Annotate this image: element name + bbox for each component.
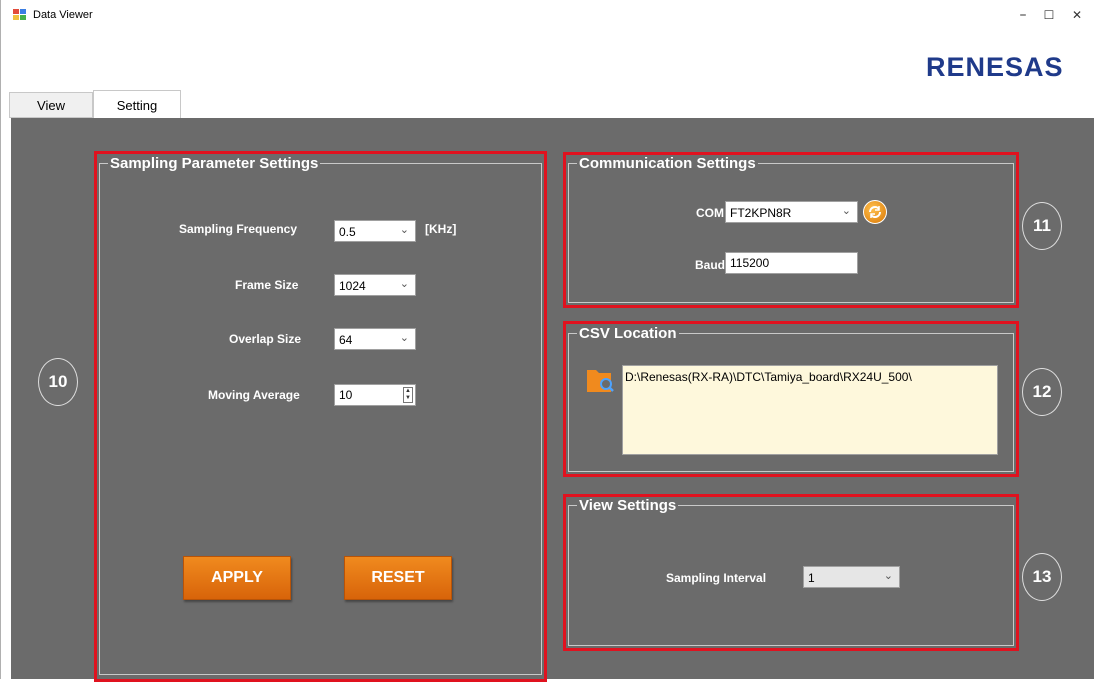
callout-11: 11 [1022, 202, 1062, 250]
sampling-frequency-label: Sampling Frequency [179, 222, 298, 236]
sampling-frequency-value: 0.5 [339, 225, 356, 239]
callout-13: 13 [1022, 553, 1062, 601]
callout-12: 12 [1022, 368, 1062, 416]
frequency-unit-label: [KHz] [425, 222, 457, 236]
chevron-down-icon: ⌄ [883, 569, 893, 582]
csv-path-field[interactable]: D:\Renesas(RX-RA)\DTC\Tamiya_board\RX24U… [622, 365, 998, 455]
chevron-down-icon: ⌄ [841, 204, 851, 217]
settings-panel: Sampling Parameter Settings Sampling Fre… [11, 118, 1094, 682]
sampling-parameter-group: Sampling Parameter Settings [99, 155, 542, 675]
renesas-logo: RENESAS [926, 52, 1064, 83]
moving-average-label: Moving Average [208, 388, 300, 402]
csv-group-title: CSV Location [577, 325, 679, 342]
window-title: Data Viewer [33, 9, 93, 21]
callout-10: 10 [38, 358, 78, 406]
moving-average-spinner[interactable]: 10 ▲ ▼ [334, 384, 416, 406]
com-label: COM [696, 206, 724, 220]
view-settings-group: View Settings [568, 497, 1014, 646]
overlap-size-label: Overlap Size [229, 332, 302, 346]
communication-group: Communication Settings [568, 155, 1014, 303]
spinner-buttons[interactable]: ▲ ▼ [403, 387, 413, 403]
tab-view[interactable]: View [9, 92, 93, 118]
tab-setting[interactable]: Setting [93, 90, 181, 118]
reset-button[interactable]: RESET [344, 556, 452, 600]
close-button[interactable]: ✕ [1062, 4, 1092, 26]
chevron-down-icon: ⌄ [399, 277, 409, 290]
communication-group-title: Communication Settings [577, 155, 758, 172]
app-window: Data Viewer – ☐ ✕ RENESAS View Setting S… [0, 0, 1094, 682]
sampling-frequency-select[interactable]: 0.5 ⌄ [334, 220, 416, 242]
maximize-button[interactable]: ☐ [1034, 4, 1064, 26]
baud-value: 115200 [730, 256, 770, 270]
title-bar: Data Viewer – ☐ ✕ [1, 0, 1094, 30]
apply-button[interactable]: APPLY [183, 556, 291, 600]
chevron-down-icon: ⌄ [399, 331, 409, 344]
sampling-group-title: Sampling Parameter Settings [108, 155, 321, 172]
sampling-interval-label: Sampling Interval [666, 571, 767, 585]
spinner-up-icon[interactable]: ▲ [404, 388, 412, 395]
moving-average-value: 10 [339, 388, 353, 402]
csv-path-value: D:\Renesas(RX-RA)\DTC\Tamiya_board\RX24U… [625, 370, 912, 384]
app-icon [13, 9, 27, 21]
refresh-icon[interactable] [863, 200, 887, 224]
baud-label: Baud [695, 258, 725, 272]
overlap-size-value: 64 [339, 333, 353, 347]
overlap-size-select[interactable]: 64 ⌄ [334, 328, 416, 350]
spinner-down-icon[interactable]: ▼ [404, 395, 412, 402]
frame-size-value: 1024 [339, 279, 366, 293]
logo-text: RENESAS [926, 52, 1064, 82]
com-port-value: FT2KPN8R [730, 206, 792, 220]
baud-input[interactable]: 115200 [725, 252, 858, 274]
frame-size-select[interactable]: 1024 ⌄ [334, 274, 416, 296]
com-port-select[interactable]: FT2KPN8R ⌄ [725, 201, 858, 223]
chevron-down-icon: ⌄ [399, 223, 409, 236]
frame-size-label: Frame Size [235, 278, 299, 292]
view-group-title: View Settings [577, 497, 679, 514]
folder-search-icon[interactable] [586, 366, 616, 392]
sampling-interval-value: 1 [808, 571, 815, 585]
sampling-interval-select[interactable]: 1 ⌄ [803, 566, 900, 588]
